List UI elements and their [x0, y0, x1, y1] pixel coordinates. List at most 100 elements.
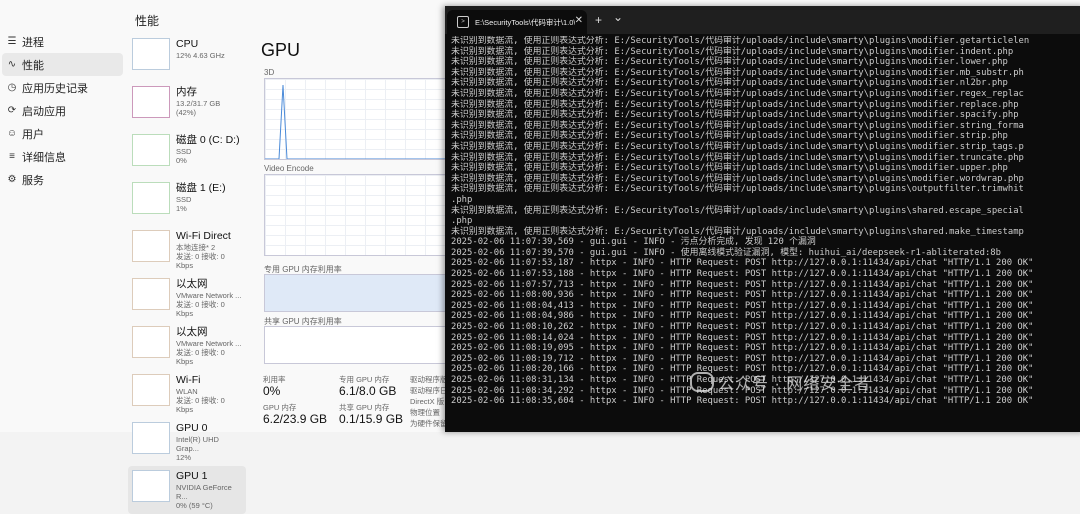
terminal-icon: > [457, 16, 469, 28]
terminal-line: 2025-02-06 11:08:35,604 - httpx - INFO -… [451, 396, 1034, 407]
sparkline [132, 278, 170, 310]
terminal-line: 2025-02-06 11:08:00,936 - httpx - INFO -… [451, 290, 1034, 301]
terminal-line: 未识别到数据流, 使用正则表达式分析: E:/SecurityTools/代码审… [451, 152, 1024, 163]
sparkline [132, 326, 170, 358]
device-detail: WLAN [176, 387, 198, 396]
page-title: GPU [261, 40, 301, 60]
sidebar-item-label: 启动应用 [22, 105, 66, 118]
shared-mem-graph[interactable] [264, 326, 450, 364]
sparkline [132, 38, 170, 70]
sidebar-item-startup[interactable]: ⟳ 启动应用 [2, 99, 123, 122]
sparkline [132, 422, 170, 454]
sidebar-item-details[interactable]: ≡ 详细信息 [2, 145, 123, 168]
startup-icon: ⟳ [7, 105, 17, 116]
device-disk0[interactable]: 磁盘 0 (C: D:) SSD 0% [128, 130, 246, 178]
device-detail: SSD [176, 147, 192, 156]
sidebar-item-app-history[interactable]: ◷ 应用历史记录 [2, 76, 123, 99]
terminal-line: 未识别到数据流, 使用正则表达式分析: E:/SecurityTools/代码审… [451, 184, 1024, 195]
device-cpu[interactable]: CPU 12% 4.63 GHz [128, 34, 246, 82]
graph-label-3d: 3D [264, 68, 275, 77]
tab-title: E:\SecurityTools\代码审计\1.0\ [475, 17, 575, 27]
sidebar-item-services[interactable]: ⚙ 服务 [2, 168, 123, 191]
device-name: 磁盘 0 (C: D:) [176, 134, 240, 146]
graph-label-video-encode: Video Encode [264, 164, 314, 173]
terminal-output[interactable]: 未识别到数据流, 使用正则表达式分析: E:/SecurityTools/代码审… [451, 36, 1080, 426]
sidebar-item-label: 进程 [22, 36, 44, 49]
terminal-line: 2025-02-06 11:08:10,262 - httpx - INFO -… [451, 322, 1034, 333]
directx-version-label: DirectX 版 [410, 397, 445, 406]
terminal-line: 未识别到数据流, 使用正则表达式分析: E:/SecurityTools/代码审… [451, 226, 1024, 237]
dedicated-mem-graph[interactable] [264, 274, 450, 312]
device-wifi[interactable]: Wi-Fi WLAN 发送: 0 接收: 0 Kbps [128, 370, 246, 418]
sidebar-item-processes[interactable]: ☰ 进程 [2, 30, 123, 53]
terminal-line: 未识别到数据流, 使用正则表达式分析: E:/SecurityTools/代码审… [451, 163, 1008, 174]
terminal-line: 2025-02-06 11:08:19,712 - httpx - INFO -… [451, 353, 1034, 364]
tab-dropdown-button[interactable]: ⌄ [613, 10, 623, 24]
terminal-line: 2025-02-06 11:07:39,569 - gui.gui - INFO… [451, 237, 816, 248]
terminal-line: .php [451, 194, 473, 205]
new-tab-button[interactable]: + [595, 13, 602, 27]
device-detail: 发送: 0 接收: 0 Kbps [176, 300, 225, 318]
device-ethernet-2[interactable]: 以太网 VMware Network ... 发送: 0 接收: 0 Kbps [128, 322, 246, 370]
device-detail: 发送: 0 接收: 0 Kbps [176, 396, 225, 414]
sidebar-item-label: 性能 [22, 59, 44, 72]
terminal-line: 未识别到数据流, 使用正则表达式分析: E:/SecurityTools/代码审… [451, 99, 1019, 110]
driver-version-label: 驱动程序版 [410, 375, 448, 384]
device-detail: 13.2/31.7 GB (42%) [176, 99, 221, 117]
watermark: 公众号 · 网络安全者 [690, 370, 871, 394]
app-history-icon: ◷ [7, 82, 17, 93]
device-detail: 0% (59 °C) [176, 501, 213, 510]
device-gpu1[interactable]: GPU 1 NVIDIA GeForce R... 0% (59 °C) [128, 466, 246, 514]
device-list: CPU 12% 4.63 GHz 内存 13.2/31.7 GB (42%) 磁盘 … [128, 34, 246, 514]
sidebar-item-users[interactable]: ☺ 用户 [2, 122, 123, 145]
terminal-window: > E:\SecurityTools\代码审计\1.0\ ✕ + ⌄ 未识别到数… [445, 6, 1080, 432]
terminal-line: 未识别到数据流, 使用正则表达式分析: E:/SecurityTools/代码审… [451, 46, 1014, 57]
sidebar-item-label: 应用历史记录 [22, 82, 88, 95]
terminal-titlebar: > E:\SecurityTools\代码审计\1.0\ ✕ + ⌄ [445, 6, 1080, 34]
device-memory[interactable]: 内存 13.2/31.7 GB (42%) [128, 82, 246, 130]
terminal-line: 未识别到数据流, 使用正则表达式分析: E:/SecurityTools/代码审… [451, 88, 1024, 99]
sidebar-item-performance[interactable]: ∿ 性能 [2, 53, 123, 76]
users-icon: ☺ [6, 128, 18, 139]
device-detail: 12% 4.63 GHz [176, 51, 225, 60]
terminal-line: 2025-02-06 11:08:14,024 - httpx - INFO -… [451, 332, 1034, 343]
physical-location-label: 物理位置 [410, 408, 440, 417]
graph-video-encode[interactable] [264, 174, 450, 256]
graph-3d-line [265, 84, 449, 159]
device-detail: VMware Network ... [176, 339, 242, 348]
device-name: Wi-Fi Direct [176, 230, 231, 242]
sidebar-nav: ☰ 进程 ∿ 性能 ◷ 应用历史记录 ⟳ 启动应用 ☺ 用户 ≡ 详细信息 ⚙ 服务 [0, 30, 125, 191]
device-name: 磁盘 1 (E:) [176, 182, 226, 194]
device-name: 以太网 [176, 278, 208, 290]
terminal-line: 2025-02-06 11:08:04,986 - httpx - INFO -… [451, 311, 1034, 322]
dedicated-mem-value: 6.1/8.0 GB [339, 384, 397, 398]
sparkline [132, 134, 170, 166]
sidebar-item-label: 用户 [22, 128, 44, 141]
graph-3d[interactable] [264, 78, 450, 160]
device-detail: 发送: 0 接收: 0 Kbps [176, 348, 225, 366]
device-detail: Intel(R) UHD Grap... [176, 435, 219, 453]
terminal-line: 2025-02-06 11:07:57,713 - httpx - INFO -… [451, 279, 1034, 290]
terminal-line: 2025-02-06 11:07:39,570 - gui.gui - INFO… [451, 247, 1001, 258]
device-name: Wi-Fi [176, 374, 201, 386]
terminal-line: 2025-02-06 11:08:19,095 - httpx - INFO -… [451, 343, 1034, 354]
device-detail: 发送: 0 接收: 0 Kbps [176, 252, 225, 270]
terminal-line: 未识别到数据流, 使用正则表达式分析: E:/SecurityTools/代码审… [451, 36, 1030, 46]
driver-date-label: 驱动程序日 [410, 386, 448, 395]
device-name: GPU 1 [176, 470, 208, 482]
device-wifi-direct[interactable]: Wi-Fi Direct 本地连接* 2 发送: 0 接收: 0 Kbps [128, 226, 246, 274]
terminal-tab[interactable]: > E:\SecurityTools\代码审计\1.0\ ✕ [447, 10, 587, 34]
close-tab-icon[interactable]: ✕ [575, 15, 583, 26]
sparkline [132, 182, 170, 214]
device-ethernet-1[interactable]: 以太网 VMware Network ... 发送: 0 接收: 0 Kbps [128, 274, 246, 322]
processes-icon: ☰ [7, 36, 17, 47]
terminal-line: 2025-02-06 11:07:53,187 - httpx - INFO -… [451, 258, 1034, 269]
device-disk1[interactable]: 磁盘 1 (E:) SSD 1% [128, 178, 246, 226]
device-gpu0[interactable]: GPU 0 Intel(R) UHD Grap... 12% [128, 418, 246, 466]
gpu-mem-value: 6.2/23.9 GB [263, 412, 328, 426]
device-detail: 1% [176, 204, 187, 213]
sidebar-item-label: 服务 [22, 174, 44, 187]
services-icon: ⚙ [7, 174, 17, 185]
terminal-line: 未识别到数据流, 使用正则表达式分析: E:/SecurityTools/代码审… [451, 131, 1008, 142]
sidebar-item-label: 详细信息 [22, 151, 66, 164]
